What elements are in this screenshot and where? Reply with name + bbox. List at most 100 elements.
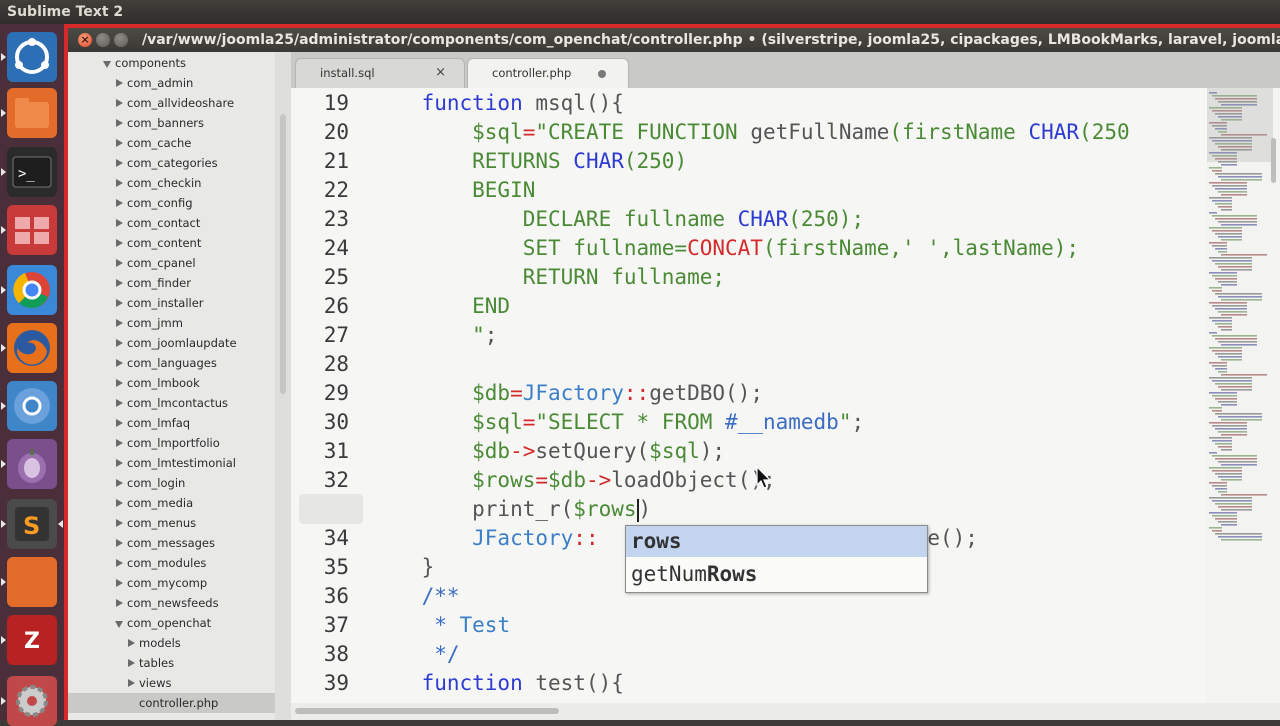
launcher-chromium-icon[interactable]	[7, 381, 57, 431]
launcher-workspace-switcher-icon[interactable]	[7, 205, 57, 255]
sidebar-folder-item[interactable]: com_jmm	[68, 313, 275, 333]
folder-expanded-icon[interactable]	[103, 61, 111, 68]
sidebar-folder-item[interactable]: com_login	[68, 473, 275, 493]
folder-collapsed-icon[interactable]	[116, 559, 123, 567]
sidebar-folder-item[interactable]: com_lmportfolio	[68, 433, 275, 453]
sidebar-folder-item[interactable]: tables	[68, 653, 275, 673]
folder-collapsed-icon[interactable]	[116, 359, 123, 367]
folder-collapsed-icon[interactable]	[116, 139, 123, 147]
folder-collapsed-icon[interactable]	[116, 459, 123, 467]
folder-collapsed-icon[interactable]	[116, 159, 123, 167]
sidebar-folder-item[interactable]: com_languages	[68, 353, 275, 373]
code-line[interactable]: function test(){	[371, 669, 624, 698]
folder-collapsed-icon[interactable]	[116, 79, 123, 87]
editor-vertical-scrollbar-thumb[interactable]	[1271, 138, 1276, 183]
folder-collapsed-icon[interactable]	[116, 599, 123, 607]
autocomplete-item[interactable]: rows	[626, 526, 927, 557]
editor-horizontal-scrollbar[interactable]	[291, 703, 1280, 720]
sidebar-folder-item[interactable]: com_lmfaq	[68, 413, 275, 433]
folder-collapsed-icon[interactable]	[128, 639, 135, 647]
sidebar-folder-item[interactable]: models	[68, 633, 275, 653]
sidebar-folder-item[interactable]: com_lmbook	[68, 373, 275, 393]
code-line[interactable]: */	[371, 640, 459, 669]
folder-collapsed-icon[interactable]	[116, 579, 123, 587]
sidebar-folder-item[interactable]: com_openchat	[68, 613, 275, 633]
sidebar-scrollbar-thumb[interactable]	[280, 114, 286, 394]
launcher-ubuntu-software-icon[interactable]	[7, 557, 57, 607]
folder-collapsed-icon[interactable]	[116, 259, 123, 267]
code-line[interactable]: $rows=$db->loadObject();	[371, 466, 776, 495]
folder-collapsed-icon[interactable]	[116, 519, 123, 527]
tab-controller-php[interactable]: controller.php	[467, 58, 629, 89]
sidebar-scrollbar[interactable]	[275, 52, 291, 720]
code-line[interactable]: RETURNS CHAR(250)	[371, 147, 687, 176]
folder-collapsed-icon[interactable]	[116, 539, 123, 547]
folder-collapsed-icon[interactable]	[128, 659, 135, 667]
sidebar-folder-item[interactable]: com_newsfeeds	[68, 593, 275, 613]
folder-collapsed-icon[interactable]	[116, 339, 123, 347]
sidebar-folder-item[interactable]: com_content	[68, 233, 275, 253]
code-editor[interactable]: 1920212223242526272829303132333435363738…	[291, 88, 1207, 703]
folder-collapsed-icon[interactable]	[116, 219, 123, 227]
folder-collapsed-icon[interactable]	[116, 299, 123, 307]
sidebar-folder-item[interactable]: com_media	[68, 493, 275, 513]
sidebar-folder-item[interactable]: com_mycomp	[68, 573, 275, 593]
sidebar-folder-item[interactable]: com_lmtestimonial	[68, 453, 275, 473]
sidebar-folder-item[interactable]: com_config	[68, 193, 275, 213]
sidebar-folder-item[interactable]: views	[68, 673, 275, 693]
code-line[interactable]: function msql(){	[371, 89, 624, 118]
folder-collapsed-icon[interactable]	[116, 319, 123, 327]
folder-collapsed-icon[interactable]	[116, 99, 123, 107]
minimap-viewport[interactable]	[1207, 88, 1273, 162]
code-line[interactable]: DECLARE fullname CHAR(250);	[371, 205, 864, 234]
code-line[interactable]: SET fullname=CONCAT(firstName,' ',lastNa…	[371, 234, 1079, 263]
sidebar-folder-item[interactable]: com_lmcontactus	[68, 393, 275, 413]
launcher-chrome-icon[interactable]	[7, 265, 57, 315]
code-line[interactable]: $db->setQuery($sql);	[371, 437, 725, 466]
sidebar-folder-item[interactable]: com_contact	[68, 213, 275, 233]
code-line[interactable]: }	[371, 553, 435, 582]
launcher-terminal-icon[interactable]: >_	[7, 147, 57, 197]
sidebar-folder-item[interactable]: com_admin	[68, 73, 275, 93]
code-line[interactable]: /**	[371, 582, 460, 611]
folder-collapsed-icon[interactable]	[116, 279, 123, 287]
folder-collapsed-icon[interactable]	[128, 679, 135, 687]
code-line[interactable]: $sql="SELECT * FROM #__namedb";	[371, 408, 864, 437]
sidebar-file-item[interactable]: controller.php	[68, 693, 275, 713]
sidebar-folder-item[interactable]: com_cache	[68, 133, 275, 153]
launcher-settings-icon[interactable]	[7, 676, 57, 726]
folder-collapsed-icon[interactable]	[116, 499, 123, 507]
folder-collapsed-icon[interactable]	[116, 119, 123, 127]
code-line[interactable]: END	[371, 292, 510, 321]
folder-collapsed-icon[interactable]	[116, 479, 123, 487]
sidebar-folder-item[interactable]: com_messages	[68, 533, 275, 553]
tab-install-sql[interactable]: install.sql ×	[295, 58, 465, 89]
launcher-tor-browser-icon[interactable]	[7, 439, 57, 489]
unsaved-dot-icon[interactable]	[598, 70, 606, 78]
window-maximize-button[interactable]	[114, 33, 128, 47]
close-icon[interactable]: ×	[435, 59, 446, 87]
folder-collapsed-icon[interactable]	[116, 439, 123, 447]
folder-expanded-icon[interactable]	[115, 621, 123, 628]
sidebar-folder-item[interactable]: com_banners	[68, 113, 275, 133]
folder-collapsed-icon[interactable]	[116, 239, 123, 247]
launcher-files-icon[interactable]	[7, 88, 57, 138]
editor-horizontal-scrollbar-thumb[interactable]	[295, 708, 559, 714]
sidebar-folder-item[interactable]: com_allvideoshare	[68, 93, 275, 113]
window-minimize-button[interactable]	[96, 33, 110, 47]
launcher-firefox-icon[interactable]	[7, 323, 57, 373]
autocomplete-item[interactable]: getNumRows	[626, 559, 927, 590]
launcher-ubuntu-dash-icon[interactable]	[7, 32, 57, 82]
folder-collapsed-icon[interactable]	[116, 179, 123, 187]
folder-collapsed-icon[interactable]	[116, 379, 123, 387]
sidebar-folder-item[interactable]: com_modules	[68, 553, 275, 573]
code-line[interactable]: print_r($rows)	[371, 495, 651, 524]
code-line[interactable]: $db=JFactory::getDBO();	[371, 379, 763, 408]
sidebar-folder-item[interactable]: com_checkin	[68, 173, 275, 193]
sidebar-folder-item[interactable]: com_installer	[68, 293, 275, 313]
sidebar-folder-item[interactable]: com_menus	[68, 513, 275, 533]
launcher-filezilla-icon[interactable]: Z	[7, 615, 57, 665]
code-line[interactable]: ";	[371, 321, 497, 350]
sidebar-folder-item[interactable]: com_finder	[68, 273, 275, 293]
sidebar-folder-item[interactable]: com_cpanel	[68, 253, 275, 273]
